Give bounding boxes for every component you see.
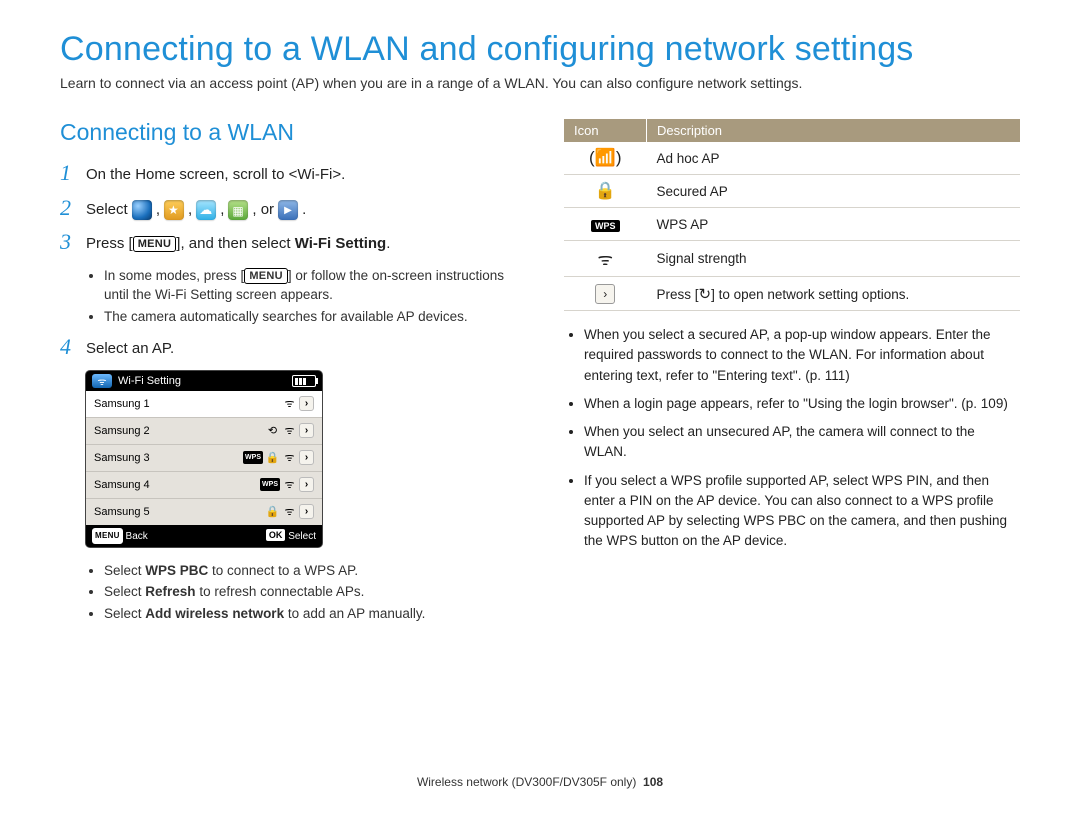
lock-icon: 🔒 (595, 181, 616, 200)
signal-icon: ᯤ (282, 478, 297, 491)
menu-button-icon: MENU (244, 268, 288, 284)
table-row: 🔒 Secured AP (564, 175, 1020, 208)
chevron-right-icon: › (299, 504, 314, 519)
tv-icon (278, 200, 298, 220)
menu-button-icon: MENU (92, 528, 123, 544)
step-text: On the Home screen, scroll to <Wi-Fi>. (86, 162, 516, 187)
battery-icon (292, 375, 316, 387)
adhoc-icon: (📶) (589, 148, 622, 167)
page-number: 108 (643, 775, 663, 789)
signal-icon: ᯤ (597, 250, 613, 269)
page-title: Connecting to a WLAN and configuring net… (60, 30, 1020, 69)
intro-text: Learn to connect via an access point (AP… (60, 75, 1020, 91)
step-text: Select , , , , or . (86, 197, 516, 222)
lock-icon: 🔒 (265, 451, 280, 464)
ap-row: Samsung 1 ᯤ› (86, 391, 322, 418)
chevron-right-icon: › (299, 396, 314, 411)
wps-icon: WPS (243, 451, 263, 464)
step-number: 1 (60, 162, 86, 184)
signal-icon: ᯤ (282, 505, 297, 518)
chevron-right-icon: › (595, 284, 615, 304)
step-3: 3 Press [MENU], and then select Wi-Fi Se… (60, 231, 516, 256)
camera-screenshot: ᯤ Wi-Fi Setting Samsung 1 ᯤ› Samsung 2 ⟲… (86, 371, 322, 547)
ok-button-icon: OK (266, 529, 286, 541)
star-icon (164, 200, 184, 220)
icon-description-table: Icon Description (📶) Ad hoc AP 🔒 Secured… (564, 119, 1020, 311)
step-text: Select an AP. (86, 336, 516, 361)
photo-icon (228, 200, 248, 220)
wifi-icon: ᯤ (92, 374, 112, 388)
step-3-notes: In some modes, press [MENU] or follow th… (60, 266, 516, 327)
ap-row: Samsung 5 🔒ᯤ› (86, 499, 322, 525)
signal-icon: ᯤ (282, 424, 297, 437)
chevron-right-icon: › (299, 477, 314, 492)
table-header-icon: Icon (564, 119, 647, 142)
step-1: 1 On the Home screen, scroll to <Wi-Fi>. (60, 162, 516, 187)
refresh-icon: ↻ (699, 285, 712, 303)
globe-icon (132, 200, 152, 220)
chevron-right-icon: › (299, 450, 314, 465)
right-notes: When you select a secured AP, a pop-up w… (564, 325, 1020, 552)
ap-row: Samsung 3 WPS🔒ᯤ› (86, 445, 322, 472)
step-2: 2 Select , , , , or . (60, 197, 516, 222)
signal-icon: ᯤ (282, 397, 297, 410)
menu-button-icon: MENU (133, 236, 177, 252)
section-title: Connecting to a WLAN (60, 119, 516, 146)
ap-row: Samsung 4 WPSᯤ› (86, 472, 322, 499)
page-footer: Wireless network (DV300F/DV305F only) 10… (0, 775, 1080, 789)
step-text: Press [MENU], and then select Wi-Fi Sett… (86, 231, 516, 256)
camera-title: Wi-Fi Setting (118, 375, 181, 387)
table-row: ᯤ Signal strength (564, 241, 1020, 277)
wps-icon: WPS (260, 478, 280, 491)
wps-icon: WPS (591, 220, 620, 232)
step-number: 3 (60, 231, 86, 253)
adhoc-icon: ⟲ (265, 424, 280, 437)
table-row: WPS WPS AP (564, 208, 1020, 241)
table-row: › Press [↻] to open network setting opti… (564, 277, 1020, 311)
step-number: 4 (60, 336, 86, 358)
step-number: 2 (60, 197, 86, 219)
step-4: 4 Select an AP. (60, 336, 516, 361)
lock-icon: 🔒 (265, 505, 280, 518)
ap-row: Samsung 2 ⟲ᯤ› (86, 418, 322, 445)
after-camera-notes: Select WPS PBC to connect to a WPS AP. S… (60, 561, 516, 624)
signal-icon: ᯤ (282, 451, 297, 464)
table-row: (📶) Ad hoc AP (564, 142, 1020, 175)
table-header-desc: Description (647, 119, 1021, 142)
chevron-right-icon: › (299, 423, 314, 438)
cloud-icon (196, 200, 216, 220)
